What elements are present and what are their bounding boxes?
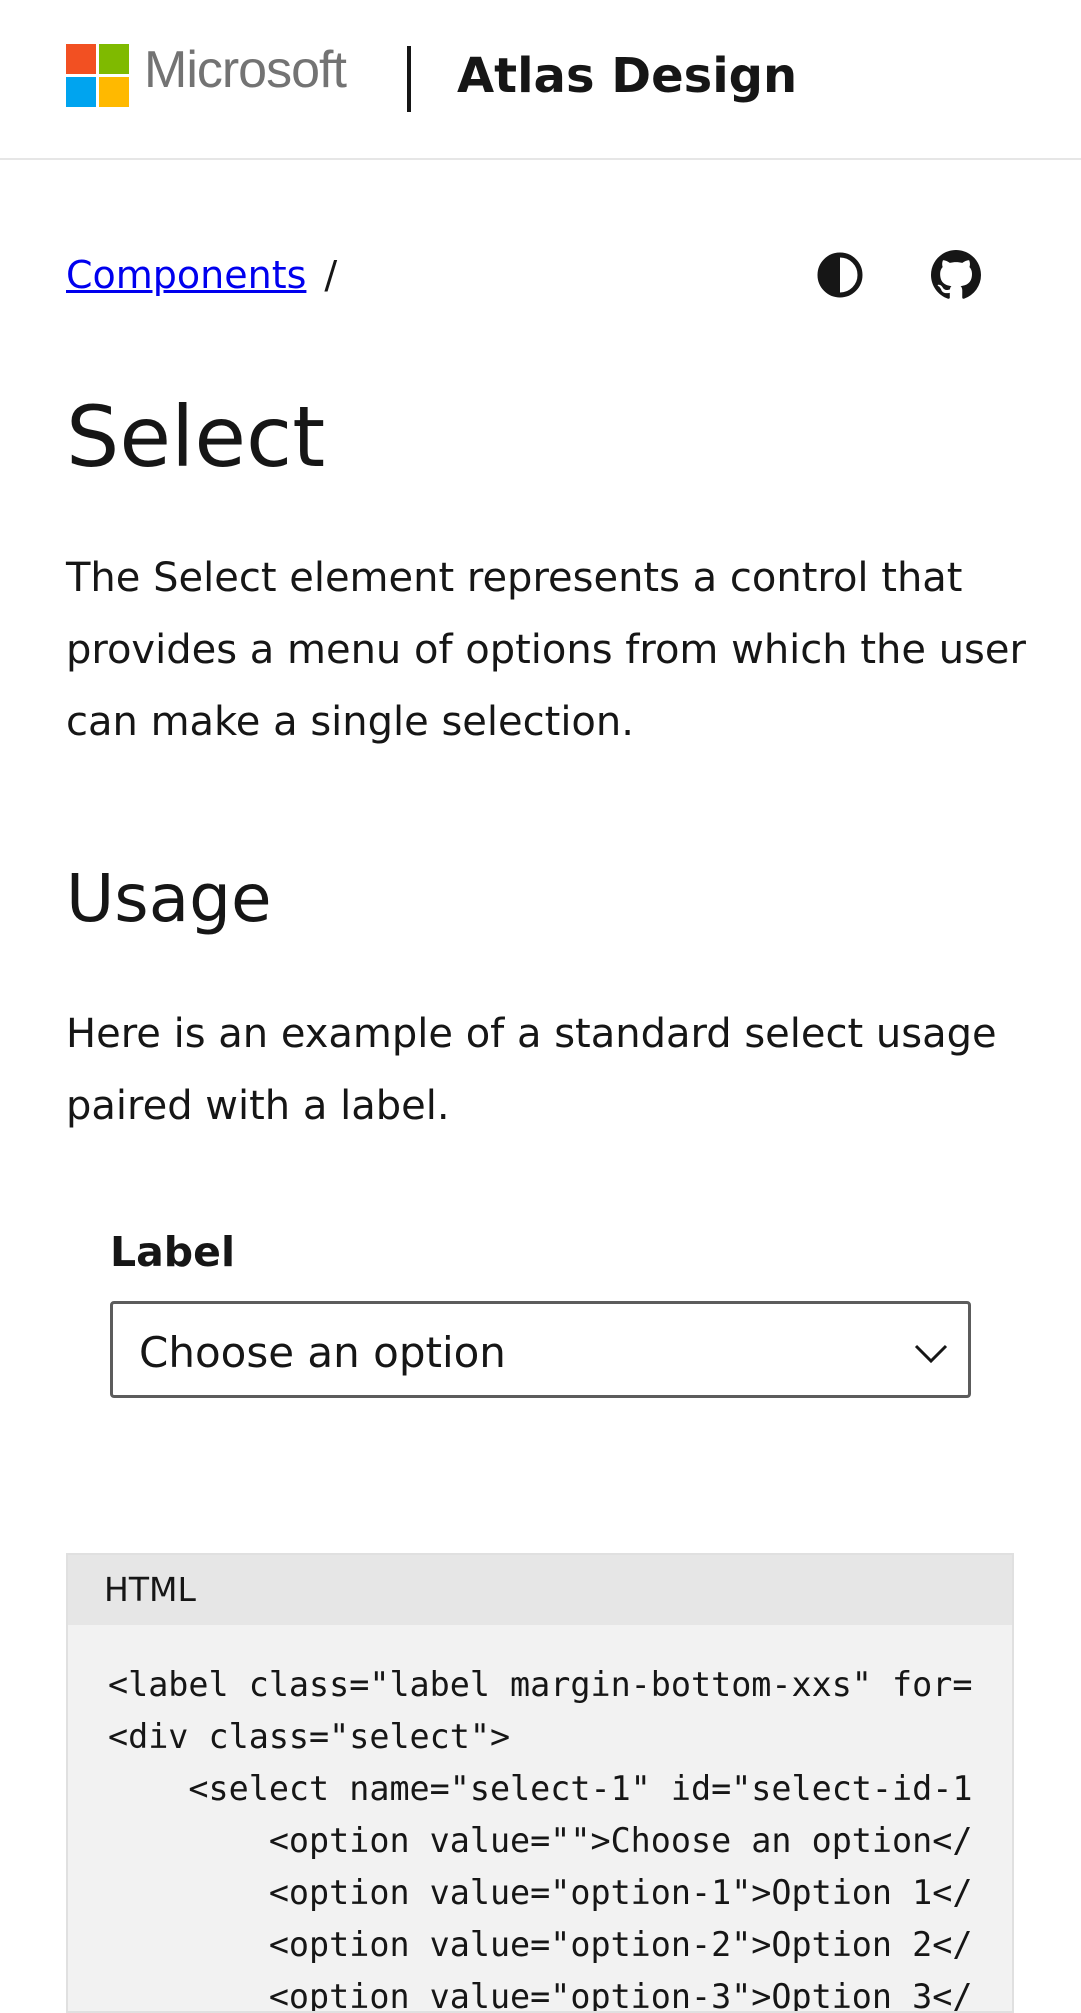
page-title: Select <box>66 388 326 486</box>
logo-square-yellow <box>99 77 129 107</box>
code-line: <select name="select-1" id="select-id-1 <box>108 1769 973 1808</box>
usage-description: Here is an example of a standard select … <box>66 1011 997 1129</box>
github-icon <box>931 250 981 299</box>
breadcrumb-separator: / <box>324 253 338 297</box>
select-label: Label <box>110 1228 236 1276</box>
logo-square-red <box>66 44 96 74</box>
code-tab-html[interactable]: HTML <box>68 1555 1012 1625</box>
code-sample: HTML <label class="label margin-bottom-x… <box>66 1553 1014 2013</box>
code-line: <option value="option-3">Option 3</ <box>108 1977 973 2013</box>
site-title[interactable]: Atlas Design <box>457 48 797 104</box>
code-line: <label class="label margin-bottom-xxs" f… <box>108 1665 973 1704</box>
logo-square-blue <box>66 77 96 107</box>
theme-toggle-icon <box>817 252 863 298</box>
select-dropdown[interactable]: Choose an option <box>110 1301 971 1398</box>
select-value: Choose an option <box>139 1328 506 1377</box>
code-block: <label class="label margin-bottom-xxs" f… <box>68 1625 1012 2013</box>
usage-heading: Usage <box>66 860 272 937</box>
theme-toggle-button[interactable] <box>815 250 865 300</box>
code-line: <option value="option-1">Option 1</ <box>108 1873 973 1912</box>
code-line: <option value="">Choose an option</ <box>108 1821 973 1860</box>
chevron-down-icon <box>914 1344 948 1364</box>
code-line: <div class="select"> <box>108 1717 511 1756</box>
microsoft-wordmark[interactable]: Microsoft <box>144 40 347 100</box>
breadcrumb: Components / <box>66 253 337 297</box>
github-button[interactable] <box>931 250 981 300</box>
header-divider <box>407 46 411 112</box>
code-line: <option value="option-2">Option 2</ <box>108 1925 973 1964</box>
logo-square-green <box>99 44 129 74</box>
microsoft-logo-icon[interactable] <box>66 44 129 107</box>
site-header: Microsoft Atlas Design <box>0 0 1081 160</box>
page-intro: The Select element represents a control … <box>66 555 1026 745</box>
breadcrumb-link-components[interactable]: Components <box>66 253 306 297</box>
